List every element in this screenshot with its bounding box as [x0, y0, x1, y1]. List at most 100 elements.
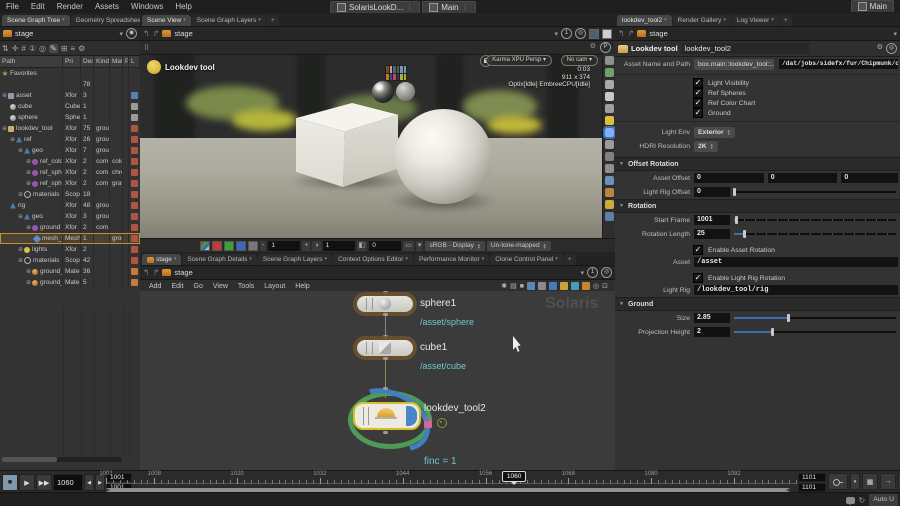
row-flag-icon[interactable]: [131, 257, 138, 264]
backdrop-icon[interactable]: [605, 140, 614, 149]
start-frame-slider[interactable]: [734, 215, 898, 225]
node-cube1[interactable]: [357, 340, 413, 356]
column-header-l[interactable]: L: [129, 56, 140, 67]
tree-row-root[interactable]: 78: [0, 79, 140, 90]
viewport-tab-scene-graph-layers[interactable]: Scene Graph Layers ▾: [191, 15, 266, 26]
node-name-field[interactable]: lookdev_tool2: [680, 43, 809, 54]
ref-color-chart-checkbox[interactable]: ✓: [693, 98, 703, 108]
alpha-channel-icon[interactable]: [248, 241, 258, 251]
gear-icon[interactable]: ⚙: [78, 44, 85, 53]
search-icon[interactable]: ◎: [39, 44, 46, 53]
gain-minus-button[interactable]: -: [260, 241, 267, 251]
column-header-kind[interactable]: Kind: [94, 56, 110, 67]
enable-asset-rotation-checkbox[interactable]: ✓: [693, 245, 703, 255]
projection-height-field[interactable]: 2: [694, 327, 730, 337]
path-menu-icon[interactable]: ▾: [554, 30, 558, 38]
playback-range-end-field[interactable]: 1101: [798, 483, 826, 492]
play-button[interactable]: ▶: [19, 474, 35, 491]
key-button[interactable]: [828, 473, 848, 490]
section-ground[interactable]: ▼ Ground: [615, 297, 900, 311]
network-tab-scene-graph-details[interactable]: Scene Graph Details ▾: [182, 254, 257, 265]
parameter-tab-log-viewer[interactable]: Log Viewer ▾: [731, 15, 779, 26]
gain-field[interactable]: 1: [268, 241, 301, 251]
tree-row-ref-sphere-c[interactable]: ⊕ref_sphere_cXfor2comchro: [0, 167, 140, 178]
start-frame-field[interactable]: 1001: [694, 215, 730, 225]
column-header-pri[interactable]: Pri: [63, 56, 81, 67]
tree-row-asset[interactable]: ⊕ asset Xfor 3: [0, 90, 140, 101]
right-window-tab-main[interactable]: Main: [850, 0, 894, 12]
parameter-tab-new-tab[interactable]: +: [779, 15, 792, 26]
node-input-dot[interactable]: [383, 387, 388, 390]
global-range-end-field[interactable]: 1101: [798, 473, 826, 482]
sphere-env-icon[interactable]: [605, 104, 614, 113]
node-output-dot[interactable]: [383, 431, 388, 434]
pin-icon[interactable]: ◎: [601, 267, 612, 278]
swatch-orange-icon[interactable]: [582, 282, 591, 290]
column-header-mat[interactable]: Mat: [110, 56, 123, 67]
frame-ruler[interactable]: 1001 1008 1020 1032 1044 1056 1068 1080 1092 1060: [99, 471, 797, 487]
tree-row-materials[interactable]: ⊕ materials Scop 42: [0, 255, 140, 266]
row-flag-icon[interactable]: [131, 235, 138, 242]
tree-row-ground[interactable]: ⊕ ground Xfor 2 com: [0, 222, 140, 233]
node-sphere1[interactable]: [357, 296, 413, 312]
row-flag-icon[interactable]: [131, 136, 138, 143]
network-tab-scene-graph-layers[interactable]: Scene Graph Layers ▾: [257, 254, 333, 265]
tools-icon[interactable]: ✱: [501, 282, 507, 290]
camera-dropdown[interactable]: No cam ▾: [560, 55, 598, 66]
row-flag-icon[interactable]: [131, 279, 138, 286]
network-menu-add[interactable]: Add: [144, 283, 166, 290]
hash-icon[interactable]: #: [21, 44, 25, 53]
row-flag-icon[interactable]: [131, 268, 138, 275]
row-flag-icon[interactable]: [131, 92, 138, 99]
node-output-dot[interactable]: [383, 313, 388, 316]
headlight-icon[interactable]: [605, 92, 614, 101]
section-offset-rotation[interactable]: ▼ Offset Rotation: [615, 157, 900, 171]
lights-icon[interactable]: ≡: [70, 44, 75, 53]
asset-path-field[interactable]: /dat/jobs/sidefx/fur/Chipmunk/otls/lop_b…: [779, 59, 898, 69]
expand-icon[interactable]: ⊕: [26, 180, 31, 187]
menu-render[interactable]: Render: [51, 2, 89, 11]
desktop-tab-main[interactable]: Main ⋮: [422, 0, 476, 13]
path-menu-icon[interactable]: ▾: [893, 30, 897, 38]
tree-tab-scene-graph-tree[interactable]: Scene Graph Tree ▾: [2, 15, 70, 26]
stop-button[interactable]: ■: [2, 474, 18, 491]
prev-frame-button[interactable]: ◀: [84, 474, 94, 491]
swatch-blue-icon[interactable]: [549, 282, 558, 290]
row-flag-icon[interactable]: [131, 202, 138, 209]
perf-chart-icon[interactable]: ▤: [510, 282, 517, 290]
offset-field[interactable]: 0: [369, 241, 402, 251]
row-flag-icon[interactable]: [131, 169, 138, 176]
expand-icon[interactable]: ⊕: [18, 213, 23, 220]
current-frame-field[interactable]: 1060: [53, 474, 83, 491]
column-header-path[interactable]: Path: [0, 56, 63, 67]
network-path[interactable]: stage: [174, 268, 192, 277]
tree-column-headers[interactable]: Path Pri Des Kind Mat P L: [0, 56, 140, 68]
network-canvas[interactable]: Solaris sphere1 /asset/sphere cube1 /ass…: [140, 291, 615, 470]
chain-icon[interactable]: [605, 152, 614, 161]
row-flag-icon[interactable]: [131, 158, 138, 165]
menu-help[interactable]: Help: [169, 2, 197, 11]
expand-icon[interactable]: ⊕: [26, 158, 31, 165]
tree-row-ground-mat[interactable]: ⊕ground_matMate36: [0, 266, 140, 277]
hdri-resolution-dropdown[interactable]: 2K ▲ ▼: [694, 140, 718, 152]
network-menu-view[interactable]: View: [208, 283, 233, 290]
asset-offset-z-field[interactable]: 0: [841, 173, 898, 183]
tree-row-geo[interactable]: ⊕ geo Xfor 7 grou: [0, 145, 140, 156]
column-header-des[interactable]: Des: [81, 56, 94, 67]
tree-row-ref-sphere-gr[interactable]: ⊕ref_sphere_grXfor2comgray: [0, 178, 140, 189]
forward-icon[interactable]: ↱: [628, 29, 635, 38]
network-tab-performance-monitor[interactable]: Performance Monitor ▾: [413, 254, 490, 265]
asset-offset-y-field[interactable]: 0: [767, 173, 838, 183]
tonemap-dropdown[interactable]: Un-tone-mapped ▲ ▼: [486, 241, 551, 251]
gain-plus-button[interactable]: +: [302, 241, 311, 251]
network-tab-context-options-editor[interactable]: Context Options Editor ▾: [333, 254, 413, 265]
histogram-icon[interactable]: ▭: [403, 241, 414, 251]
red-channel-icon[interactable]: [212, 241, 222, 251]
back-icon[interactable]: ↰: [618, 29, 625, 38]
stow-icon[interactable]: ■: [520, 283, 524, 290]
anim-options-button-1[interactable]: ▦: [862, 473, 878, 490]
row-flag-icon[interactable]: [131, 224, 138, 231]
sync-icon[interactable]: ⇅: [2, 44, 9, 53]
tree-row-ref-color-che[interactable]: ⊕ref_color_cheXfor2comcolor: [0, 156, 140, 167]
link-badge[interactable]: 1: [587, 267, 598, 278]
